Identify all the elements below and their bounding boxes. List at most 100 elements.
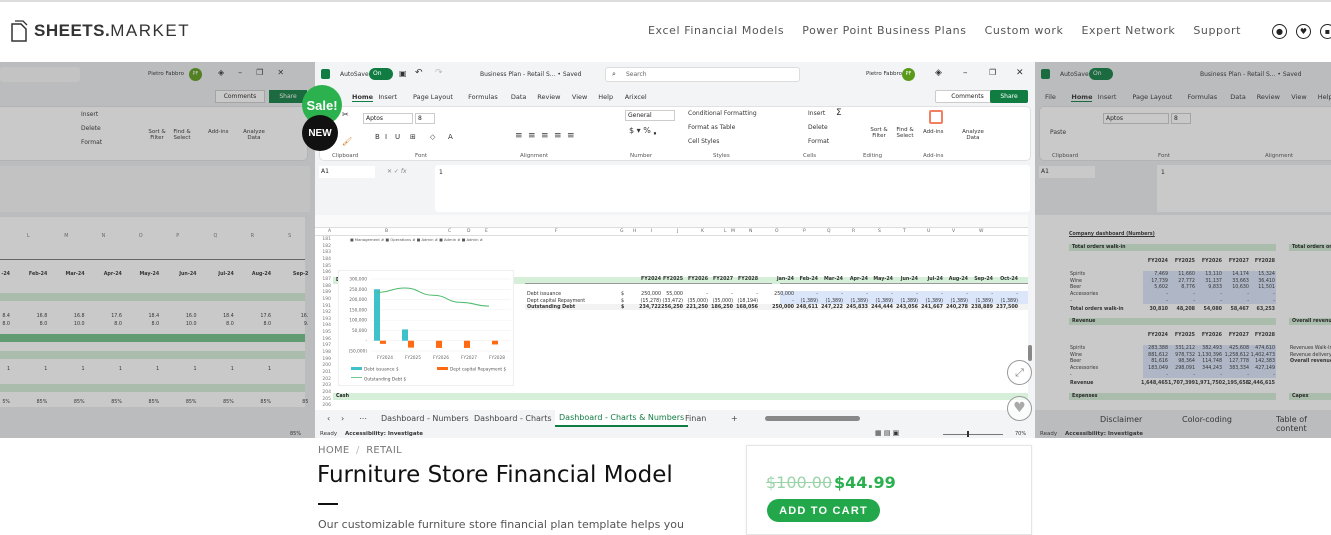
debt-value[interactable]: 243,056	[894, 305, 918, 310]
row-number[interactable]: 196	[315, 337, 331, 342]
debt-value[interactable]: -	[684, 292, 708, 297]
ribbon-tab[interactable]: Help	[598, 93, 613, 101]
zoom-slider[interactable]	[943, 434, 1003, 435]
column-header[interactable]: P	[803, 229, 806, 234]
debt-value[interactable]: (18,194)	[734, 299, 758, 304]
debt-value[interactable]: (1,389)	[894, 299, 918, 304]
more-sheets-icon[interactable]: ⋯	[355, 410, 371, 427]
cart-icon[interactable]: ▪	[1320, 24, 1331, 39]
sheet-tab[interactable]: Dashboard - Numbers	[377, 410, 473, 427]
undo-icon[interactable]: ↶	[415, 68, 423, 78]
restore-icon[interactable]: ❐	[989, 68, 996, 77]
save-icon[interactable]: ▣	[399, 69, 407, 78]
column-header[interactable]: S	[878, 229, 881, 234]
sheet-tab[interactable]: Dashboard - Charts	[470, 410, 556, 427]
underline-icon[interactable]: U	[395, 133, 400, 141]
align-icon[interactable]: ≡	[528, 131, 536, 141]
column-header[interactable]: I	[651, 229, 652, 234]
minimize-icon[interactable]: –	[963, 68, 968, 78]
debt-value[interactable]: -	[794, 292, 818, 297]
share-button[interactable]: Share	[990, 90, 1028, 103]
debt-value[interactable]: (35,000)	[684, 299, 708, 304]
column-header[interactable]: J	[677, 229, 678, 234]
debt-value[interactable]: (35,000)	[709, 299, 733, 304]
user-icon[interactable]: ●	[1272, 24, 1287, 39]
debt-value[interactable]: 250,000	[637, 292, 661, 297]
column-header[interactable]: G	[620, 229, 624, 234]
cells-1[interactable]: Delete	[808, 124, 828, 131]
ribbon-tab[interactable]: Home	[352, 93, 374, 102]
debt-value[interactable]: (1,389)	[969, 299, 993, 304]
debt-value[interactable]: (1,389)	[844, 299, 868, 304]
cut-icon[interactable]: ✂	[342, 110, 349, 119]
styles-0[interactable]: Conditional Formatting	[688, 110, 757, 117]
debt-value[interactable]: -	[969, 292, 993, 297]
column-header[interactable]: D	[467, 229, 470, 234]
ribbon-tab[interactable]: Data	[511, 93, 527, 101]
debt-value[interactable]: (1,389)	[794, 299, 818, 304]
debt-value[interactable]: -	[944, 292, 968, 297]
debt-value[interactable]: (33,472)	[659, 299, 683, 304]
cells-2[interactable]: Format	[808, 138, 829, 145]
debt-value[interactable]: 250,000	[770, 305, 794, 310]
row-number[interactable]: 191	[315, 304, 331, 309]
debt-value[interactable]: (1,389)	[869, 299, 893, 304]
logo[interactable]: SHEETS.MARKET	[10, 20, 190, 42]
prev-sheet-icon[interactable]: ‹	[323, 410, 334, 427]
debt-value[interactable]: 248,611	[794, 305, 818, 310]
document-title[interactable]: Business Plan - Retail S... • Saved	[480, 71, 581, 78]
sheet-tab[interactable]: Dashboard - Charts & Numbers	[555, 410, 689, 427]
debt-value[interactable]: (1,389)	[944, 299, 968, 304]
column-header[interactable]: F	[555, 229, 558, 234]
expand-icon[interactable]: ⤢	[1007, 360, 1032, 385]
nav-link[interactable]: Custom work	[985, 24, 1064, 37]
wishlist-heart-icon[interactable]: ♥	[1007, 396, 1032, 421]
debt-value[interactable]: -	[919, 292, 943, 297]
number-format-box[interactable]: General	[625, 110, 675, 121]
bold-icon[interactable]: B	[375, 133, 380, 141]
debt-value[interactable]: -	[844, 292, 868, 297]
product-image-carousel[interactable]: Pietro Fabbro PF ◈–❐✕ Comments Share Insert De…	[0, 62, 1331, 438]
row-number[interactable]: 197	[315, 343, 331, 348]
addins-icon[interactable]	[929, 110, 943, 124]
debt-value[interactable]: (1,389)	[919, 299, 943, 304]
debt-value[interactable]: 238,889	[969, 305, 993, 310]
row-number[interactable]: 198	[315, 350, 331, 355]
previous-slide[interactable]: Pietro Fabbro PF ◈–❐✕ Comments Share Insert De…	[0, 62, 315, 438]
align-icon[interactable]: ≡	[515, 131, 523, 141]
styles-2[interactable]: Cell Styles	[688, 138, 719, 145]
debt-value[interactable]: -	[994, 292, 1018, 297]
name-box[interactable]: A1	[319, 166, 375, 178]
zoom-slider-thumb[interactable]	[967, 431, 969, 437]
debt-value[interactable]: 250,000	[770, 292, 794, 297]
row-number[interactable]: 182	[315, 244, 331, 249]
row-number[interactable]: 190	[315, 297, 331, 302]
debt-value[interactable]: -	[819, 292, 843, 297]
column-header[interactable]: V	[952, 229, 955, 234]
debt-value[interactable]: 55,000	[659, 292, 683, 297]
row-number[interactable]: 200	[315, 363, 331, 368]
column-header[interactable]: H	[633, 229, 636, 234]
breadcrumb-home[interactable]: HOME	[318, 445, 350, 456]
styles-1[interactable]: Format as Table	[688, 124, 735, 131]
nav-link[interactable]: Power Point Business Plans	[802, 24, 966, 37]
debt-value[interactable]: 256,250	[659, 305, 683, 310]
column-header[interactable]: Q	[827, 229, 831, 234]
debt-value[interactable]: -	[770, 299, 794, 304]
row-number[interactable]: 183	[315, 250, 331, 255]
diamond-icon[interactable]: ◈	[935, 68, 942, 78]
row-number[interactable]: 201	[315, 370, 331, 375]
nav-link[interactable]: Excel Financial Models	[648, 24, 784, 37]
column-header[interactable]: W	[979, 229, 983, 234]
fill-color-icon[interactable]: ◇	[430, 133, 435, 141]
align-icon[interactable]: ≡	[567, 131, 575, 141]
column-header[interactable]: B	[385, 229, 388, 234]
debt-value[interactable]: 241,667	[919, 305, 943, 310]
column-header[interactable]: K	[701, 229, 704, 234]
debt-value[interactable]: (15,278)	[637, 299, 661, 304]
debt-value[interactable]: 221,250	[684, 305, 708, 310]
spreadsheet-grid[interactable]: A B C D E F G H I J K L M N O P Q R S T U V W 181 182 183 184 185 18…	[315, 215, 1032, 410]
user-avatar[interactable]: PF	[902, 68, 915, 81]
row-number[interactable]: 187	[315, 277, 331, 282]
debt-value[interactable]: 186,250	[709, 305, 733, 310]
